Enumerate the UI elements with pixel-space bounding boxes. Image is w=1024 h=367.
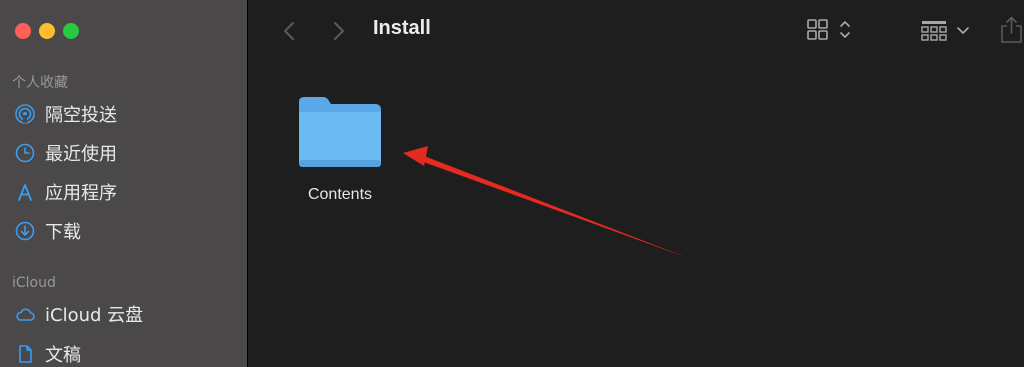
main-content: Install Contents — [248, 0, 1024, 367]
icloud-section-title: iCloud — [12, 275, 56, 291]
minimize-window-button[interactable] — [39, 23, 55, 39]
sidebar-item-label: 下载 — [45, 222, 81, 243]
sidebar-item-documents[interactable]: 文稿 — [14, 341, 81, 367]
sidebar-item-label: 文稿 — [45, 345, 81, 366]
sidebar-item-downloads[interactable]: 下载 — [14, 218, 81, 244]
applications-icon — [18, 184, 32, 201]
sidebar-item-label: 应用程序 — [45, 183, 117, 204]
sidebar: 个人收藏 隔空投送 最近使用 应用程序 下载 iCloud iCloud 云盘 … — [0, 0, 248, 367]
cloud-icon — [16, 308, 35, 321]
airdrop-icon — [15, 104, 35, 124]
sidebar-item-label: 最近使用 — [45, 144, 117, 165]
sidebar-item-label: 隔空投送 — [45, 105, 117, 126]
annotation-arrow — [403, 146, 688, 258]
sidebar-item-airdrop[interactable]: 隔空投送 — [14, 101, 117, 127]
clock-icon — [15, 143, 35, 163]
close-window-button[interactable] — [15, 23, 31, 39]
sidebar-item-icloud-drive[interactable]: iCloud 云盘 — [14, 301, 143, 327]
window-controls — [15, 23, 79, 39]
sidebar-item-recents[interactable]: 最近使用 — [14, 140, 117, 166]
favorites-section-title: 个人收藏 — [12, 75, 68, 91]
sidebar-item-label: iCloud 云盘 — [45, 305, 144, 326]
download-icon — [15, 221, 35, 241]
sidebar-item-applications[interactable]: 应用程序 — [14, 179, 117, 205]
document-icon — [19, 345, 32, 363]
zoom-window-button[interactable] — [63, 23, 79, 39]
